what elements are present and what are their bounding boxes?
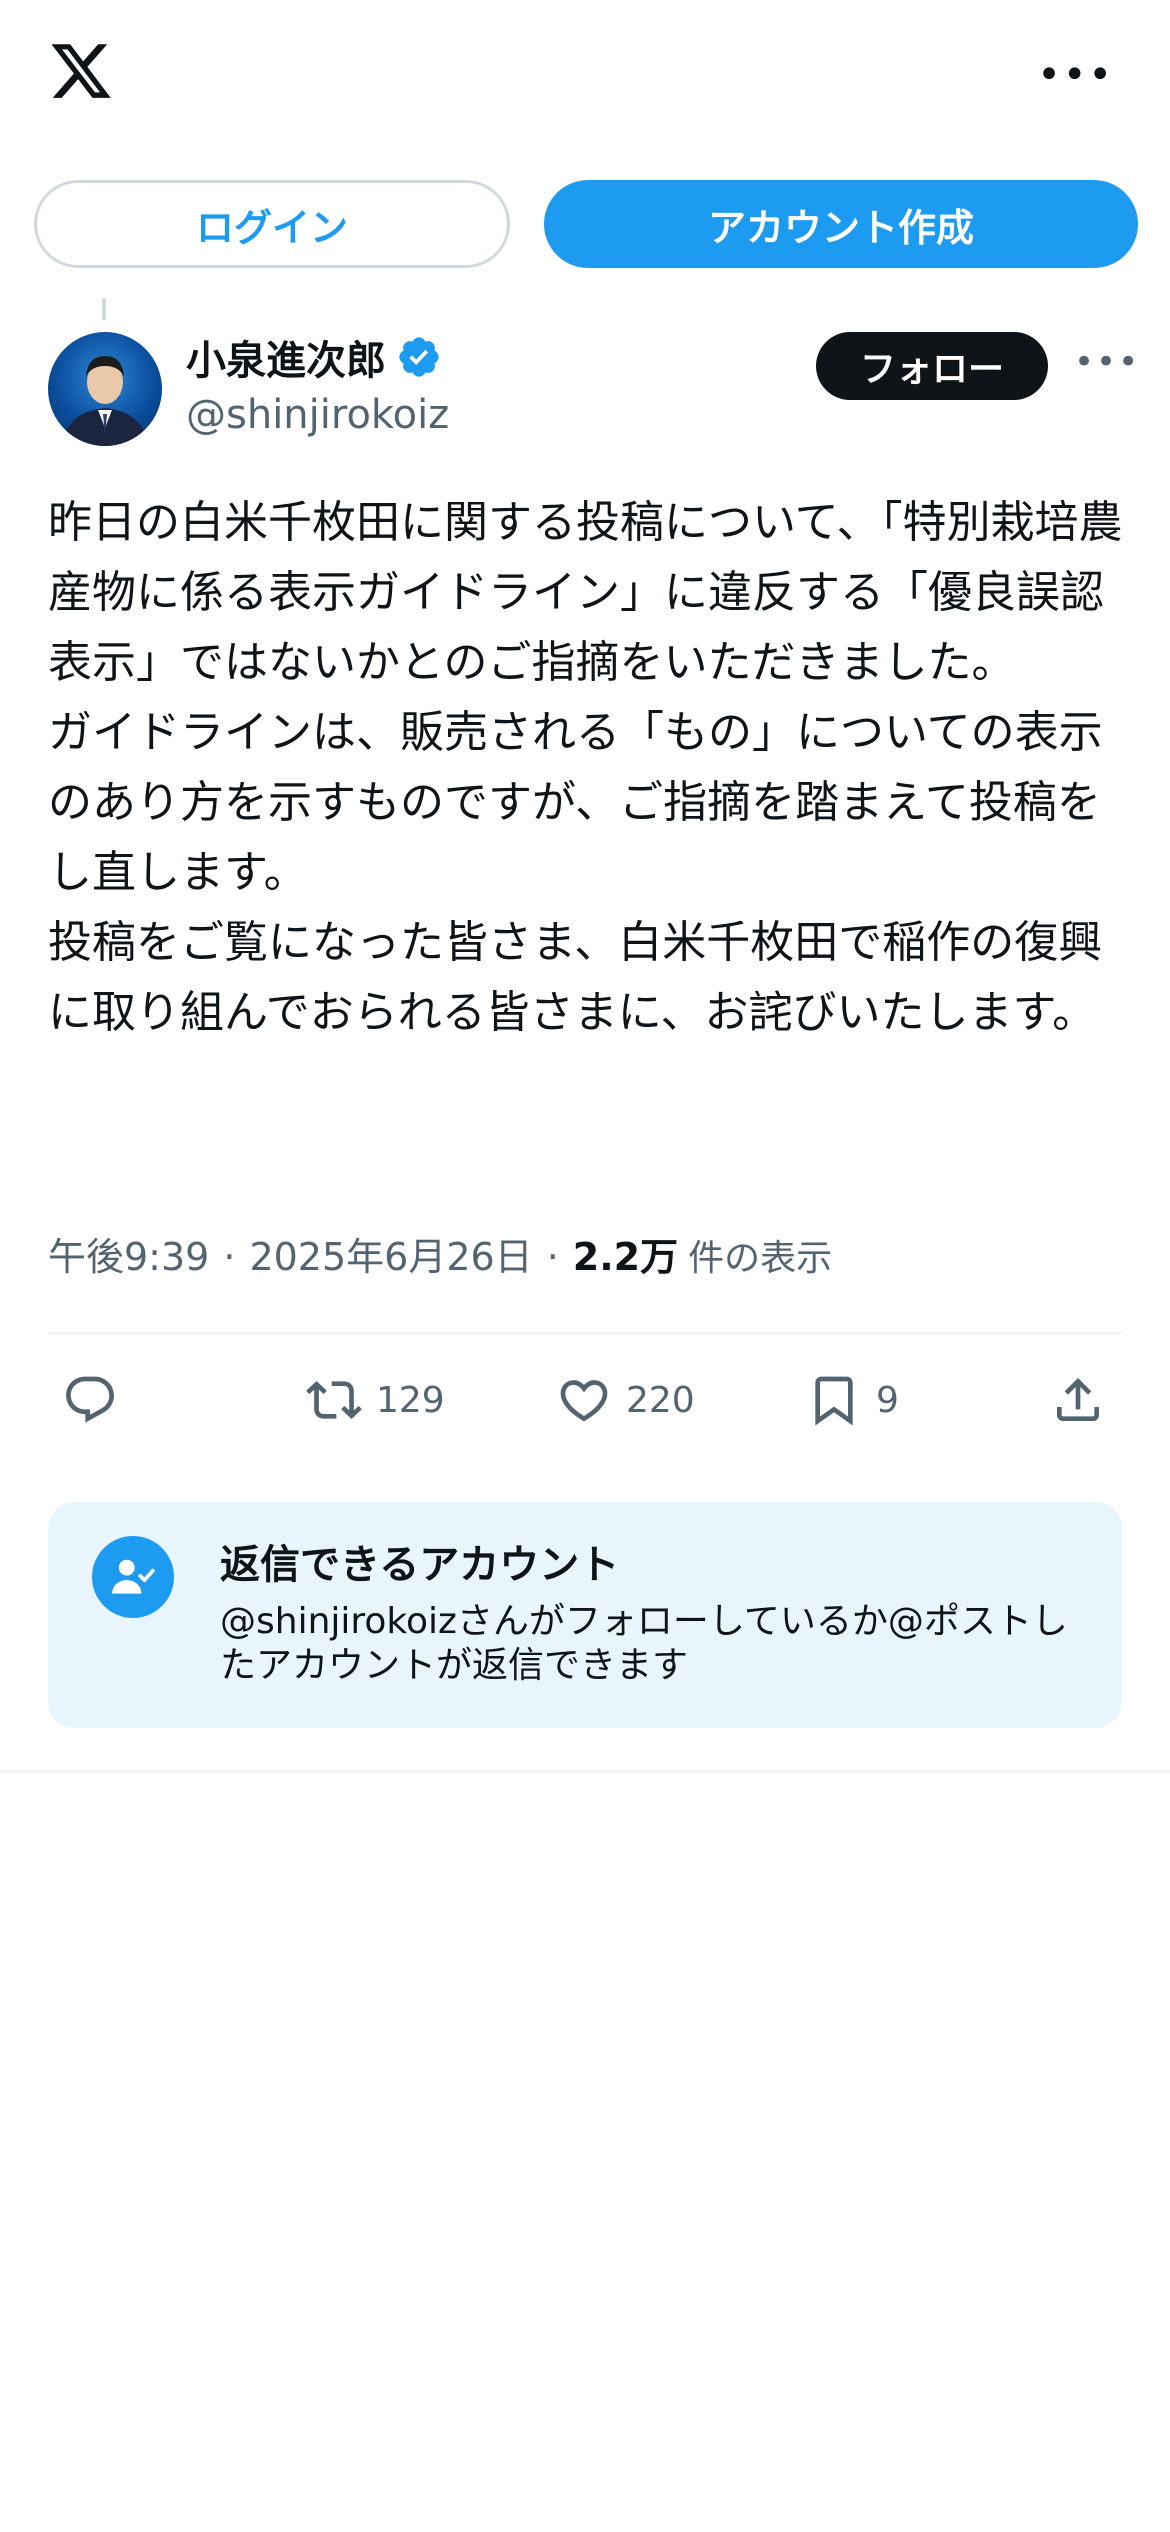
user-check-icon bbox=[112, 1559, 155, 1594]
like-count: 220 bbox=[626, 1379, 695, 1421]
reply-restriction-icon bbox=[92, 1536, 174, 1618]
bookmark-icon bbox=[815, 1376, 853, 1426]
view-count: 2.2万 bbox=[572, 1235, 679, 1279]
bookmark-button[interactable]: 9 bbox=[806, 1370, 899, 1430]
author-handle[interactable]: @shinjirokoiz bbox=[186, 392, 449, 438]
reply-restriction-box: 返信できるアカウント @shinjirokoizさんがフォローしているか@ポスト… bbox=[48, 1502, 1122, 1728]
reply-restriction-description: @shinjirokoizさんがフォローしているか@ポストしたアカウントが返信で… bbox=[220, 1601, 1068, 1686]
bookmark-count: 9 bbox=[876, 1379, 899, 1421]
post-more-icon[interactable]: ••• bbox=[1074, 345, 1140, 379]
repost-button[interactable]: 129 bbox=[306, 1370, 445, 1430]
like-button[interactable]: 220 bbox=[556, 1370, 695, 1430]
divider bbox=[0, 1770, 1170, 1773]
repost-icon bbox=[306, 1381, 362, 1419]
avatar[interactable] bbox=[48, 332, 162, 446]
divider bbox=[48, 1332, 1122, 1334]
separator-dot: · bbox=[546, 1235, 559, 1279]
share-button[interactable] bbox=[1050, 1370, 1106, 1430]
view-count-label: 件の表示 bbox=[688, 1238, 833, 1279]
reply-restriction-title: 返信できるアカウント bbox=[220, 1542, 620, 1588]
post-time[interactable]: 午後9:39 bbox=[48, 1226, 209, 1281]
reply-icon bbox=[66, 1376, 114, 1423]
post-text: 昨日の白米千枚田に関する投稿について、「特別栽培農産物に係る表示ガイドライン」に… bbox=[48, 497, 1123, 1038]
heart-icon bbox=[560, 1380, 608, 1422]
author-name-row[interactable]: 小泉進次郎 bbox=[186, 328, 442, 386]
verified-badge-icon bbox=[399, 337, 439, 377]
reply-button[interactable] bbox=[62, 1370, 132, 1430]
avatar-portrait-icon bbox=[62, 356, 148, 446]
signup-button[interactable]: アカウント作成 bbox=[544, 180, 1138, 268]
login-button[interactable]: ログイン bbox=[34, 180, 510, 268]
follow-button[interactable]: フォロー bbox=[816, 332, 1048, 400]
repost-count: 129 bbox=[376, 1379, 445, 1421]
more-horizontal-icon[interactable]: ••• bbox=[1037, 55, 1114, 95]
separator-dot: · bbox=[223, 1235, 236, 1279]
top-bar: ••• bbox=[0, 0, 1170, 150]
x-logo-icon[interactable] bbox=[46, 38, 116, 104]
post-meta: 午後9:39 · 2025年6月26日 · 2.2万 件の表示 bbox=[48, 1226, 832, 1281]
share-icon bbox=[1057, 1378, 1099, 1421]
post-date[interactable]: 2025年6月26日 bbox=[249, 1226, 532, 1281]
page: ••• ログイン アカウント作成 小泉進次郎 @shinjirokoiz フォロ… bbox=[0, 0, 1170, 2532]
author-name[interactable]: 小泉進次郎 bbox=[186, 328, 386, 386]
thread-line bbox=[102, 298, 106, 320]
